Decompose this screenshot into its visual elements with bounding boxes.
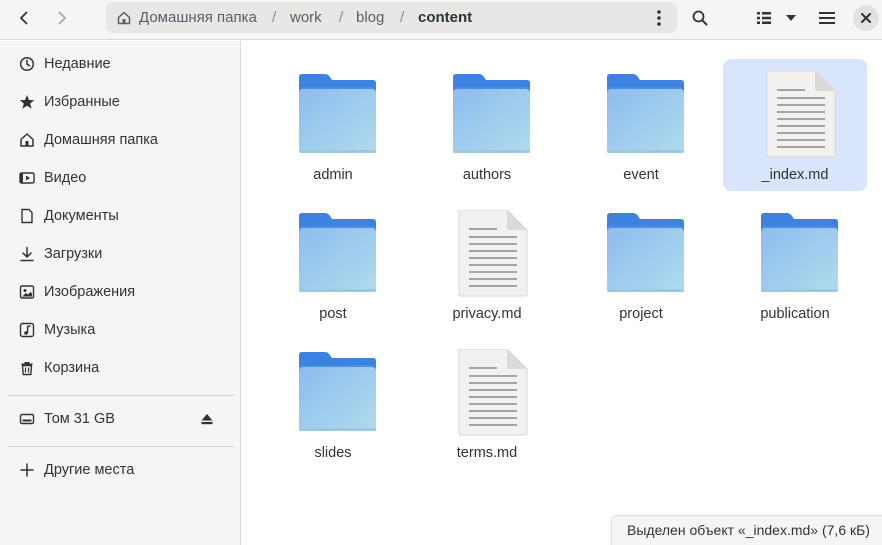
file-name: publication [760,306,830,322]
image-icon [18,283,36,301]
go-back-icon [20,11,28,25]
text-file-icon [759,71,839,159]
star-icon [18,93,36,111]
view-options-button[interactable] [776,4,806,32]
dropdown-arrow-icon [786,15,796,21]
forward-button[interactable] [46,4,78,32]
sidebar-divider [8,446,234,447]
sidebar-item-label: Другие места [44,462,135,478]
sidebar-item-label: Избранные [44,94,120,110]
header-bar: Домашняя папка / work / blog / content [0,0,882,40]
sidebar-item-other-locations[interactable]: Другие места [0,452,240,488]
text-file-icon [451,210,531,298]
breadcrumb-content[interactable]: content [418,2,472,33]
list-view-icon [757,12,771,24]
status-bar: Выделен объект «_index.md» (7,6 кБ) [611,515,882,545]
sidebar-divider [8,395,234,396]
file-item-slides[interactable]: slides [261,337,405,469]
eject-icon[interactable] [199,411,215,427]
breadcrumb-blog[interactable]: blog [356,2,384,33]
sidebar-item-label: Загрузки [44,246,103,262]
file-item-publication[interactable]: publication [723,198,867,330]
folder-icon [297,71,377,159]
back-button[interactable] [8,4,40,32]
sidebar-item-trash[interactable]: Корзина [0,350,240,386]
close-icon [861,13,871,23]
breadcrumb-separator: / [400,9,405,26]
trash-icon [18,359,36,377]
breadcrumb-work[interactable]: work [290,2,322,33]
folder-icon [297,349,377,437]
go-forward-icon [58,11,66,25]
plus-icon [18,461,36,479]
file-name: _index.md [761,167,829,183]
search-button[interactable] [684,4,716,32]
file-item-post[interactable]: post [261,198,405,330]
file-name: privacy.md [452,306,522,322]
file-name: authors [462,167,512,183]
sidebar-item-pictures[interactable]: Изображения [0,274,240,310]
folder-icon [759,210,839,298]
download-icon [18,245,36,263]
file-name: project [619,306,663,322]
sidebar-item-label: Музыка [44,322,96,338]
main-menu-button[interactable] [811,4,843,32]
file-name: event [623,167,659,183]
file-item-index-md[interactable]: _index.md [723,59,867,191]
file-name: post [319,306,347,322]
sidebar-item-label: Видео [44,170,87,186]
drive-icon [18,410,36,428]
home-icon [116,10,132,26]
sidebar-item-drive[interactable]: Том 31 GB [0,401,240,437]
sidebar: Недавние Избранные Домашняя папка Видео … [0,41,241,545]
breadcrumb-home[interactable]: Домашняя папка [139,2,257,33]
document-icon [18,207,36,225]
clock-icon [18,55,36,73]
file-item-authors[interactable]: authors [415,59,559,191]
sidebar-item-label: Документы [44,208,119,224]
sidebar-item-label: Том 31 GB [44,411,115,427]
file-item-privacy-md[interactable]: privacy.md [415,198,559,330]
folder-icon [297,210,377,298]
sidebar-item-recent[interactable]: Недавние [0,46,240,82]
sidebar-item-downloads[interactable]: Загрузки [0,236,240,272]
sidebar-item-label: Недавние [44,56,111,72]
search-icon [692,10,708,26]
sidebar-item-videos[interactable]: Видео [0,160,240,196]
sidebar-item-label: Изображения [44,284,136,300]
file-name: terms.md [456,445,518,461]
file-name: slides [314,445,352,461]
breadcrumb-separator: / [272,9,277,26]
file-item-event[interactable]: event [569,59,713,191]
breadcrumb-separator: / [339,9,344,26]
sidebar-item-home[interactable]: Домашняя папка [0,122,240,158]
folder-icon [605,71,685,159]
sidebar-item-starred[interactable]: Избранные [0,84,240,120]
folder-icon [451,71,531,159]
video-icon [18,169,36,187]
close-button[interactable] [853,5,879,31]
music-icon [18,321,36,339]
folder-icon [605,210,685,298]
sidebar-item-label: Домашняя папка [44,132,158,148]
file-item-admin[interactable]: admin [261,59,405,191]
file-item-terms-md[interactable]: terms.md [415,337,559,469]
home-icon [18,131,36,149]
sidebar-item-label: Корзина [44,360,100,376]
sidebar-item-documents[interactable]: Документы [0,198,240,234]
sidebar-item-music[interactable]: Музыка [0,312,240,348]
file-item-project[interactable]: project [569,198,713,330]
hamburger-menu-icon [819,12,835,24]
file-name: admin [313,167,353,183]
vertical-ellipsis-icon[interactable] [650,8,668,28]
text-file-icon [451,349,531,437]
path-bar: Домашняя папка / work / blog / content [106,2,677,33]
